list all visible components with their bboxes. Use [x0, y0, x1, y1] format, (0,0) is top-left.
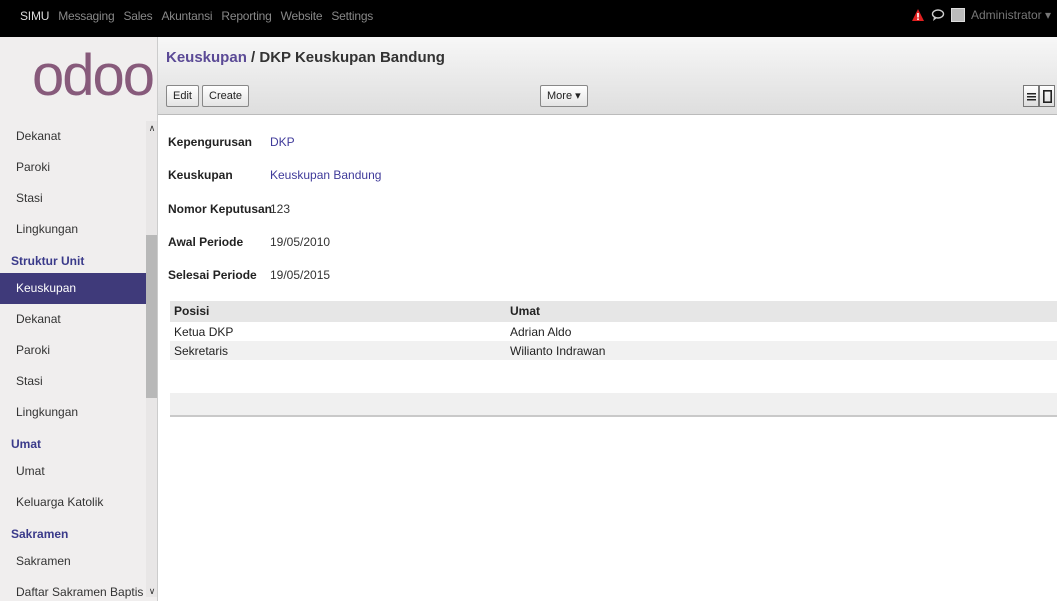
- chat-icon[interactable]: [931, 8, 945, 22]
- field-label: Kepengurusan: [168, 135, 253, 149]
- list-view-button[interactable]: [1023, 85, 1039, 107]
- breadcrumb-parent[interactable]: Keuskupan: [166, 49, 247, 66]
- logo[interactable]: odoo: [32, 47, 155, 105]
- breadcrumb-separator: /: [246, 49, 260, 66]
- top-menu-item-messaging[interactable]: Messaging: [58, 9, 114, 23]
- sidebar-item-stasi[interactable]: Stasi: [0, 183, 148, 214]
- column-header-umat[interactable]: Umat: [510, 304, 540, 318]
- cell-posisi: Sekretaris: [174, 344, 229, 358]
- table-row[interactable]: Sekretaris Wilianto Indrawan: [170, 341, 1057, 360]
- sidebar-section-umat: Umat: [11, 437, 42, 451]
- sidebar-item-lingkungan[interactable]: Lingkungan: [0, 397, 148, 428]
- sidebar-item-stasi[interactable]: Stasi: [0, 366, 148, 397]
- cell-posisi: Ketua DKP: [174, 325, 234, 339]
- field-label: Awal Periode: [168, 235, 244, 249]
- sidebar-scroll-thumb[interactable]: [146, 235, 157, 398]
- column-header-posisi[interactable]: Posisi: [174, 304, 209, 318]
- form-view: Kepengurusan DKP Keuskupan Keuskupan Bandun…: [158, 115, 1057, 601]
- sidebar-item-keluarga-katolik[interactable]: Keluarga Katolik: [0, 487, 148, 518]
- top-navbar: SIMU Messaging Sales Akuntansi Reporting Webs…: [0, 0, 1057, 37]
- table-row[interactable]: Ketua DKP Adrian Aldo: [170, 322, 1057, 341]
- sidebar-item-dekanat[interactable]: Dekanat: [0, 121, 148, 152]
- table-body: Ketua DKP Adrian Aldo Sekretaris Wilianto I…: [170, 322, 1057, 360]
- sidebar-item-keuskupan[interactable]: Keuskupan: [0, 273, 148, 304]
- more-button[interactable]: More ▾: [540, 85, 588, 107]
- field-value: 19/05/2010: [270, 235, 331, 249]
- top-menu-item-settings[interactable]: Settings: [331, 9, 373, 23]
- sidebar-item-sakramen[interactable]: Sakramen: [0, 546, 148, 577]
- breadcrumb-current: DKP Keuskupan Bandung: [259, 49, 445, 66]
- cell-umat: Wilianto Indrawan: [510, 344, 606, 358]
- list-icon: [1026, 92, 1036, 100]
- sidebar-item-daftar-sakramen-baptis[interactable]: Daftar Sakramen Baptis: [0, 577, 148, 601]
- sidebar-item-paroki[interactable]: Paroki: [0, 152, 148, 183]
- sidebar-item-paroki[interactable]: Paroki: [0, 335, 148, 366]
- top-menu: SIMU Messaging Sales Akuntansi Reporting Webs…: [20, 9, 382, 23]
- sidebar-nav: Dekanat Paroki Stasi Lingkungan Struktur Uni…: [0, 121, 148, 601]
- breadcrumb: Keuskupan / DKP Keuskupan Bandung: [166, 49, 445, 66]
- sidebar-item-dekanat[interactable]: Dekanat: [0, 304, 148, 335]
- topbar-right: Administrator ▾: [911, 8, 1051, 22]
- create-button[interactable]: Create: [202, 85, 250, 107]
- top-menu-item-reporting[interactable]: Reporting: [221, 9, 271, 23]
- view-switcher: [1023, 85, 1055, 107]
- scroll-up-icon[interactable]: ∧: [147, 123, 157, 134]
- alert-icon[interactable]: [911, 8, 925, 22]
- field-value[interactable]: DKP: [270, 135, 295, 149]
- table-header: Posisi Umat: [170, 301, 1057, 322]
- control-panel: Keuskupan / DKP Keuskupan Bandung Edit C…: [158, 37, 1057, 115]
- table-footer: [170, 393, 1057, 417]
- edit-button[interactable]: Edit: [166, 85, 199, 107]
- sidebar-section-sakramen: Sakramen: [11, 527, 69, 541]
- top-menu-item-simu[interactable]: SIMU: [20, 9, 49, 23]
- cell-umat: Adrian Aldo: [510, 325, 572, 339]
- more-label: More: [547, 90, 573, 102]
- caret-down-icon: ▾: [575, 90, 581, 102]
- sidebar-item-lingkungan[interactable]: Lingkungan: [0, 214, 148, 245]
- user-menu[interactable]: Administrator ▾: [971, 8, 1051, 22]
- logo-text: odoo: [32, 43, 155, 108]
- sidebar-item-umat[interactable]: Umat: [0, 456, 148, 487]
- sidebar: odoo Dekanat Paroki Stasi Lingkungan Struktu…: [0, 37, 158, 601]
- form-icon: [1042, 89, 1052, 103]
- user-avatar[interactable]: [950, 8, 965, 22]
- top-menu-item-website[interactable]: Website: [281, 9, 323, 23]
- form-view-button[interactable]: [1039, 85, 1055, 107]
- field-label: Selesai Periode: [168, 268, 257, 282]
- field-value: 19/05/2015: [270, 268, 331, 282]
- top-menu-item-sales[interactable]: Sales: [123, 9, 152, 23]
- top-menu-item-akuntansi[interactable]: Akuntansi: [161, 9, 212, 23]
- top-navbar-inner: SIMU Messaging Sales Akuntansi Reporting Webs…: [0, 6, 1057, 26]
- field-label: Keuskupan: [168, 168, 233, 182]
- user-name: Administrator: [970, 8, 1042, 22]
- field-label: Nomor Keputusan: [168, 202, 273, 216]
- sidebar-section-struktur-unit: Struktur Unit: [11, 254, 85, 268]
- scroll-down-icon[interactable]: ∨: [147, 586, 157, 597]
- field-value[interactable]: Keuskupan Bandung: [270, 168, 381, 182]
- field-value: 123: [270, 202, 291, 216]
- members-table: Posisi Umat Ketua DKP Adrian Aldo Sekretar…: [170, 301, 1057, 360]
